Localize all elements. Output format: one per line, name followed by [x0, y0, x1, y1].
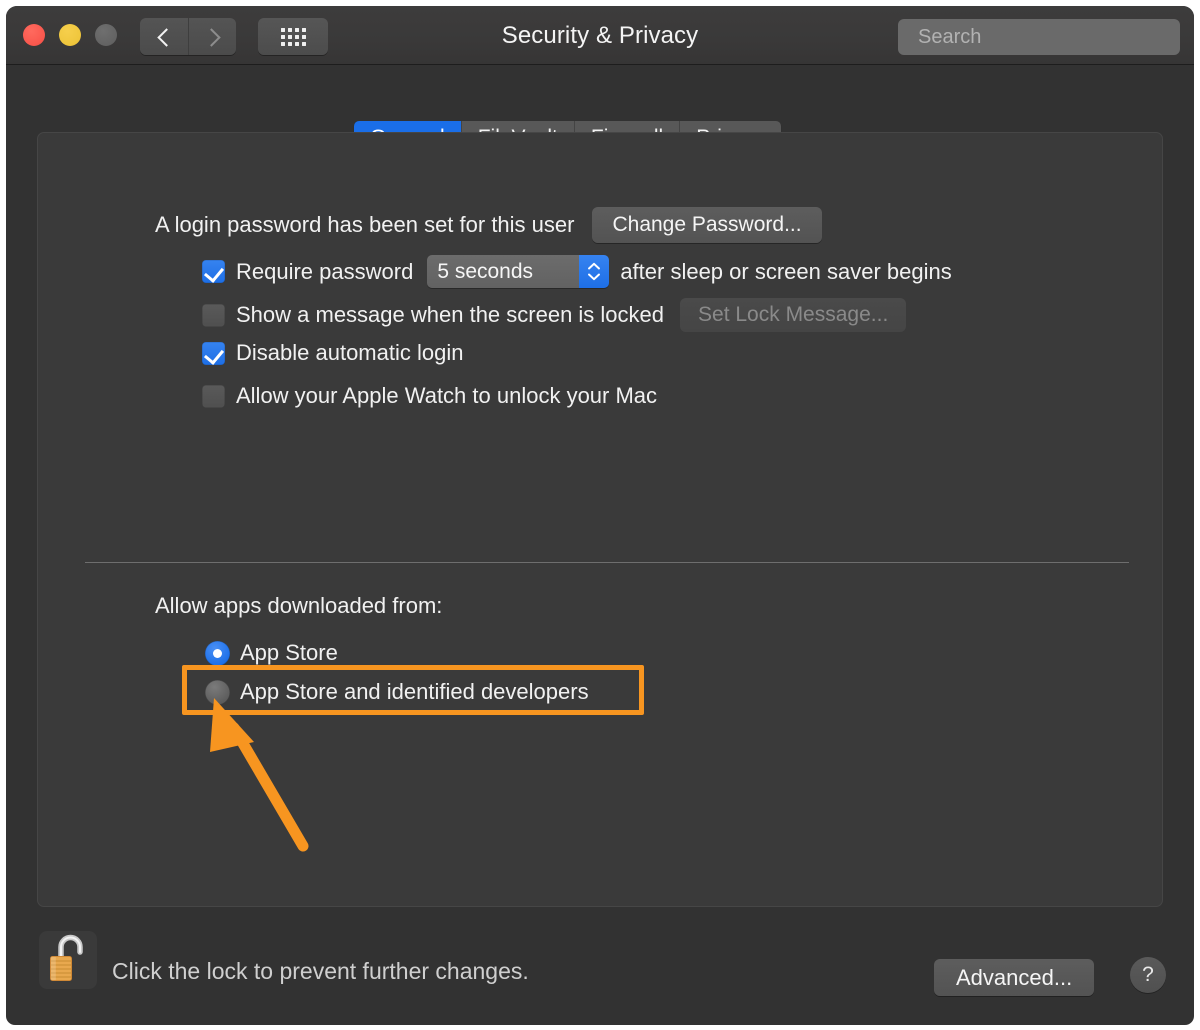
disable-automatic-login-label: Disable automatic login — [236, 340, 464, 365]
show-lock-message-checkbox[interactable] — [202, 303, 225, 327]
search-field[interactable] — [898, 19, 1183, 55]
general-settings-panel: A login password has been set for this u… — [37, 132, 1163, 907]
radio-identified-developers-label: App Store and identified developers — [240, 679, 589, 704]
lock-status-text: Click the lock to prevent further change… — [112, 958, 529, 984]
allow-apps-title: Allow apps downloaded from: — [155, 593, 443, 618]
apple-watch-unlock-label: Allow your Apple Watch to unlock your Ma… — [236, 383, 658, 408]
radio-app-store-row[interactable]: App Store — [205, 637, 338, 669]
disable-automatic-login-checkbox[interactable] — [202, 341, 225, 365]
advanced-button[interactable]: Advanced... — [934, 959, 1095, 996]
show-lock-message-label: Show a message when the screen is locked — [236, 302, 665, 327]
stepper-up-down-icon[interactable] — [579, 255, 610, 288]
require-password-delay-value: 5 seconds — [427, 255, 580, 288]
lock-button[interactable] — [39, 931, 97, 989]
window-titlebar: Security & Privacy — [6, 6, 1194, 65]
show-lock-message-row: Show a message when the screen is locked… — [202, 298, 907, 332]
apple-watch-unlock-row: Allow your Apple Watch to unlock your Ma… — [202, 383, 657, 409]
require-password-label: Require password — [236, 258, 414, 284]
login-password-status: A login password has been set for this u… — [155, 212, 575, 237]
help-button[interactable]: ? — [1130, 957, 1166, 993]
radio-identified-developers-row[interactable]: App Store and identified developers — [205, 676, 589, 708]
search-input[interactable] — [918, 25, 1183, 49]
preferences-window: Security & Privacy General FileVault Fir… — [6, 6, 1194, 1025]
radio-app-store-indicator[interactable] — [205, 640, 230, 666]
radio-app-store-label: App Store — [240, 640, 338, 665]
change-password-button[interactable]: Change Password... — [592, 207, 822, 243]
section-divider — [85, 562, 1129, 563]
require-password-delay-combobox[interactable]: 5 seconds — [427, 255, 610, 288]
apple-watch-unlock-checkbox[interactable] — [202, 384, 225, 408]
require-password-row: Require password 5 seconds after sleep o… — [202, 255, 952, 288]
radio-identified-developers-indicator[interactable] — [205, 679, 230, 705]
require-password-suffix: after sleep or screen saver begins — [620, 258, 952, 284]
login-password-row: A login password has been set for this u… — [155, 207, 822, 243]
set-lock-message-button: Set Lock Message... — [680, 298, 907, 332]
open-padlock-icon — [50, 934, 83, 981]
disable-automatic-login-row: Disable automatic login — [202, 340, 463, 366]
require-password-checkbox[interactable] — [202, 260, 225, 283]
